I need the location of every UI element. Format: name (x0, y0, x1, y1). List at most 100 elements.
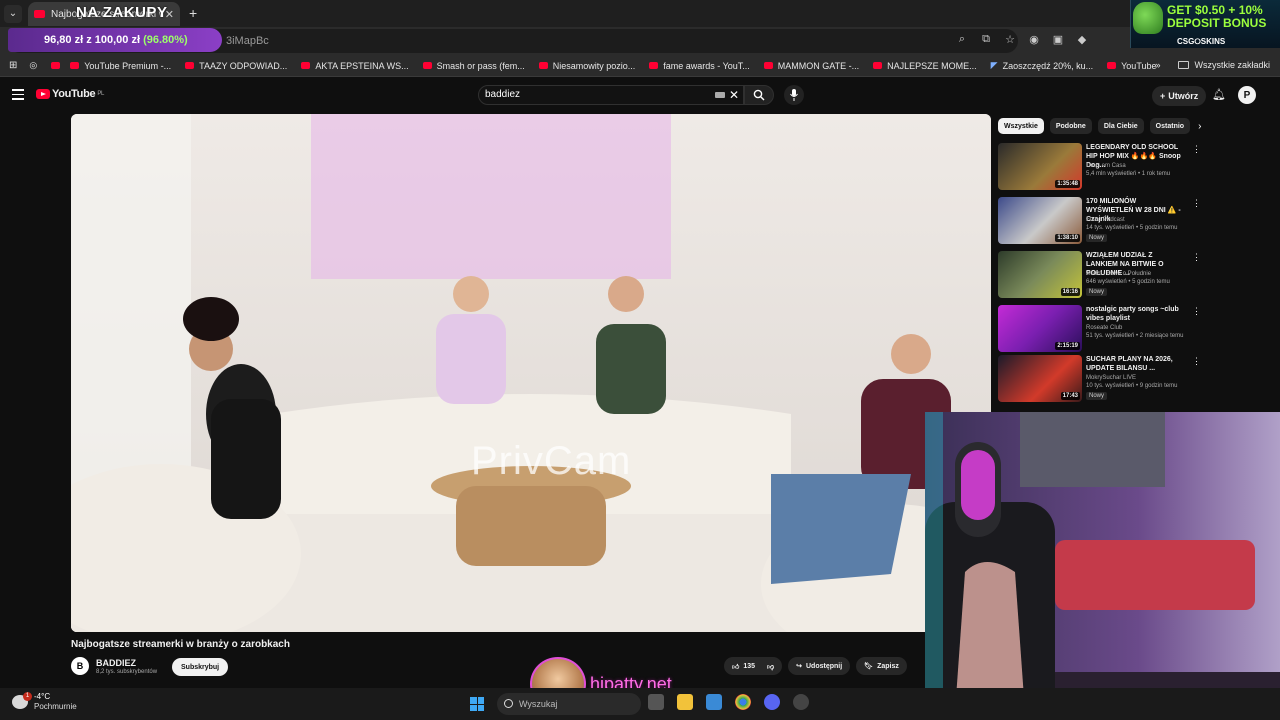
video-thumbnail[interactable]: 2:15:19 (998, 305, 1082, 352)
task-view-icon[interactable] (648, 694, 664, 710)
bookmark-item[interactable]: Niesamowity pozio... (538, 61, 635, 71)
bookmark-item[interactable]: Smash or pass (fem... (422, 61, 525, 71)
chip-all[interactable]: Wszystkie (998, 118, 1044, 134)
menu-hamburger-icon[interactable] (12, 89, 24, 103)
youtube-favicon-icon (763, 62, 773, 69)
bookmark-star-icon[interactable]: ☆ (1003, 32, 1017, 46)
channel-avatar[interactable]: B (71, 657, 89, 675)
thumbs-up-icon: 👍︎ (732, 663, 740, 671)
install-app-icon[interactable]: ⧉ (979, 32, 993, 46)
zoom-icon[interactable]: ⌕ (955, 32, 969, 46)
recommendation-channel[interactable]: MokrySuchar LIVE (1086, 375, 1136, 381)
create-button[interactable]: + Utwórz (1152, 86, 1207, 106)
list-item[interactable]: 1:38:10 170 MILIONÓW WYŚWIETLEŃ W 28 DNI… (998, 197, 1270, 247)
weather-temp: -4°C (34, 692, 51, 701)
chrome-icon[interactable] (735, 694, 751, 710)
extension-icon[interactable]: ◆ (1075, 32, 1089, 46)
bookmark-item[interactable]: fame awards - YouT... (649, 61, 750, 71)
youtube-favicon-icon (649, 62, 659, 69)
list-item[interactable]: 2:15:19 nostalgic party songs ~club vibe… (998, 305, 1270, 355)
bookmark-youtube-icon[interactable] (51, 62, 61, 69)
share-button[interactable]: ↪ Udostępnij (788, 657, 851, 675)
more-bookmarks-chevron-icon[interactable]: » (1155, 60, 1160, 70)
keyboard-icon[interactable] (715, 92, 725, 98)
list-item[interactable]: 16:16 WZIĄŁEM UDZIAŁ Z LANKIEM NA BITWIE… (998, 251, 1270, 301)
notifications-bell-icon[interactable]: 🔔︎ (1212, 88, 1226, 101)
like-button[interactable]: 👍︎ 135 👎︎ (724, 657, 783, 675)
apps-grid-icon[interactable]: ⊞ (9, 60, 17, 71)
bookmark-item[interactable]: YouTube Premium -... (70, 61, 171, 71)
bookmark-item[interactable]: MAMMON GATE -... (763, 61, 859, 71)
more-options-icon[interactable]: ⋮ (1192, 144, 1201, 155)
video-thumbnail[interactable]: 1:38:10 (998, 197, 1082, 244)
chip-for-you[interactable]: Dla Ciebie (1097, 118, 1144, 134)
voice-search-button[interactable] (784, 85, 804, 105)
donation-amount: 96,80 zł z 100,00 zł (44, 34, 141, 46)
video-thumbnail[interactable]: 1:35:48 (998, 143, 1082, 190)
recommendation-channel[interactable]: wolan i Bitwa o Południe (1086, 271, 1151, 277)
taskbar-apps (648, 694, 809, 710)
youtube-favicon-icon (422, 62, 432, 69)
new-tab-button[interactable]: + (189, 5, 197, 21)
bookmark-icon: 🔖︎ (864, 663, 874, 670)
bookmark-item[interactable]: NAJLEPSZE MOME... (873, 61, 977, 71)
youtube-play-icon (36, 89, 50, 99)
weather-widget[interactable]: -4°C Pochmurnie (12, 692, 77, 712)
channel-name[interactable]: BADDIEZ (96, 658, 136, 668)
more-options-icon[interactable]: ⋮ (1192, 306, 1201, 317)
list-item[interactable]: 1:35:48 LEGENDARY OLD SCHOOL HIP HOP MIX… (998, 143, 1270, 193)
video-duration: 2:15:19 (1055, 342, 1080, 350)
extension-icon[interactable]: ◉ (1027, 32, 1041, 46)
youtube-favicon-icon (538, 62, 548, 69)
tab-search-button[interactable]: ⌄ (4, 4, 22, 23)
subscriber-count: 8,2 tys. subskrybentów (96, 669, 158, 675)
more-options-icon[interactable]: ⋮ (1192, 198, 1201, 209)
thumbs-down-icon[interactable]: 👎︎ (767, 662, 774, 671)
youtube-favicon-icon (34, 10, 45, 18)
all-bookmarks-button[interactable]: Wszystkie zakładki (1194, 60, 1270, 70)
recommendation-meta: 10 tys. wyświetleń • 9 godzin temu (1086, 383, 1178, 389)
bookmark-item[interactable]: ◤ Zaoszczędź 20%, ku... (991, 60, 1093, 71)
app-icon[interactable] (793, 694, 809, 710)
recommendation-channel[interactable]: Fomo Podcast (1086, 217, 1125, 223)
bookmarks-bar: ⊞ ◎ YouTube Premium -... TAAZY ODPOWIAD.… (0, 55, 1280, 77)
recommendation-channel[interactable]: Roseate Club (1086, 325, 1122, 331)
bookmark-favicon-icon[interactable]: ◎ (29, 60, 37, 71)
chip-related[interactable]: Podobne (1049, 118, 1092, 134)
bookmark-item[interactable]: AKTA EPSTEINA WS... (301, 61, 409, 71)
file-explorer-icon[interactable] (677, 694, 693, 710)
recommendation-channel[interactable]: Deus em Casa (1086, 163, 1126, 169)
extension-icon[interactable]: ▣ (1051, 32, 1065, 46)
taskbar-search-input[interactable]: Wyszukaj (497, 693, 641, 715)
discord-icon[interactable] (764, 694, 780, 710)
overlay-banner-text: NA ZAKUPY (76, 4, 168, 21)
account-avatar[interactable]: P (1238, 86, 1256, 104)
windows-taskbar: -4°C Pochmurnie Wyszukaj (0, 688, 1280, 720)
video-thumbnail[interactable]: 17:43 (998, 355, 1082, 402)
video-thumbnail[interactable]: 16:16 (998, 251, 1082, 298)
bookmark-item[interactable]: TAAZY ODPOWIAD... (185, 61, 287, 71)
clear-search-icon[interactable]: ✕ (729, 86, 739, 104)
windows-start-icon[interactable] (470, 697, 484, 711)
promo-brand: CSG⭘SKINS (1177, 37, 1226, 46)
microsoft-store-icon[interactable] (706, 694, 722, 710)
more-options-icon[interactable]: ⋮ (1192, 356, 1201, 367)
youtube-logo[interactable]: YouTube PL (36, 88, 104, 100)
subscribe-button[interactable]: Subskrybuj (172, 658, 229, 676)
more-options-icon[interactable]: ⋮ (1192, 252, 1201, 263)
video-duration: 1:35:48 (1055, 180, 1080, 188)
recommendation-title[interactable]: nostalgic party songs ~club vibes playli… (1086, 305, 1184, 323)
video-player[interactable]: PrivCam (71, 114, 991, 632)
save-button[interactable]: 🔖︎ Zapisz (856, 657, 907, 675)
search-button[interactable] (744, 85, 774, 105)
search-input[interactable]: baddiez ✕ (478, 85, 744, 105)
bookmark-item[interactable]: YouTube (1107, 61, 1157, 71)
list-item[interactable]: 17:43 SUCHAR PLANY NA 2026, UPDATE BILAN… (998, 355, 1270, 405)
share-icon: ↪ (796, 663, 802, 670)
folder-icon (1178, 61, 1190, 69)
chip-recent[interactable]: Ostatnio (1149, 118, 1191, 134)
chevron-right-icon[interactable]: › (1198, 121, 1201, 132)
recommendation-title[interactable]: SUCHAR PLANY NA 2026, UPDATE BILANSU ... (1086, 355, 1184, 373)
promo-ad-banner[interactable]: GET $0.50 + 10% DEPOSIT BONUS CSG⭘SKINS (1130, 0, 1280, 48)
promo-line-2: DEPOSIT BONUS (1167, 16, 1267, 30)
